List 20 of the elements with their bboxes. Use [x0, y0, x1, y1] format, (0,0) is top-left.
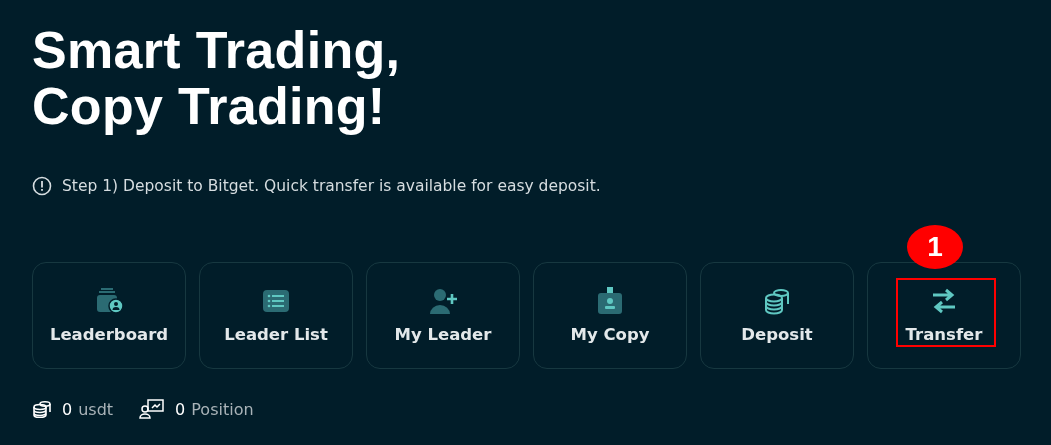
- id-badge-icon: [595, 287, 625, 315]
- user-chart-icon: [139, 399, 166, 419]
- stat-unit: usdt: [78, 399, 114, 419]
- action-button[interactable]: My Copy: [533, 262, 687, 369]
- action-button[interactable]: My Leader: [366, 262, 520, 369]
- stat-value: 0: [62, 399, 73, 419]
- stat-unit: Position: [191, 399, 254, 419]
- page-title: Smart Trading, Copy Trading!: [32, 22, 402, 134]
- action-button[interactable]: Deposit: [700, 262, 854, 369]
- step-badge: 1: [907, 225, 963, 269]
- coins-icon: [32, 400, 52, 418]
- coins-icon: [762, 287, 792, 315]
- action-button[interactable]: Leader List: [199, 262, 353, 369]
- stat-value: 0: [175, 399, 186, 419]
- list-icon: [261, 287, 291, 315]
- action-button[interactable]: Leaderboard: [32, 262, 186, 369]
- add-user-icon: [428, 287, 458, 315]
- wallet-user-icon: [94, 287, 124, 315]
- info-icon: [32, 176, 52, 196]
- notice-text: Step 1) Deposit to Bitget. Quick transfer is available for easy deposit.: [62, 177, 601, 195]
